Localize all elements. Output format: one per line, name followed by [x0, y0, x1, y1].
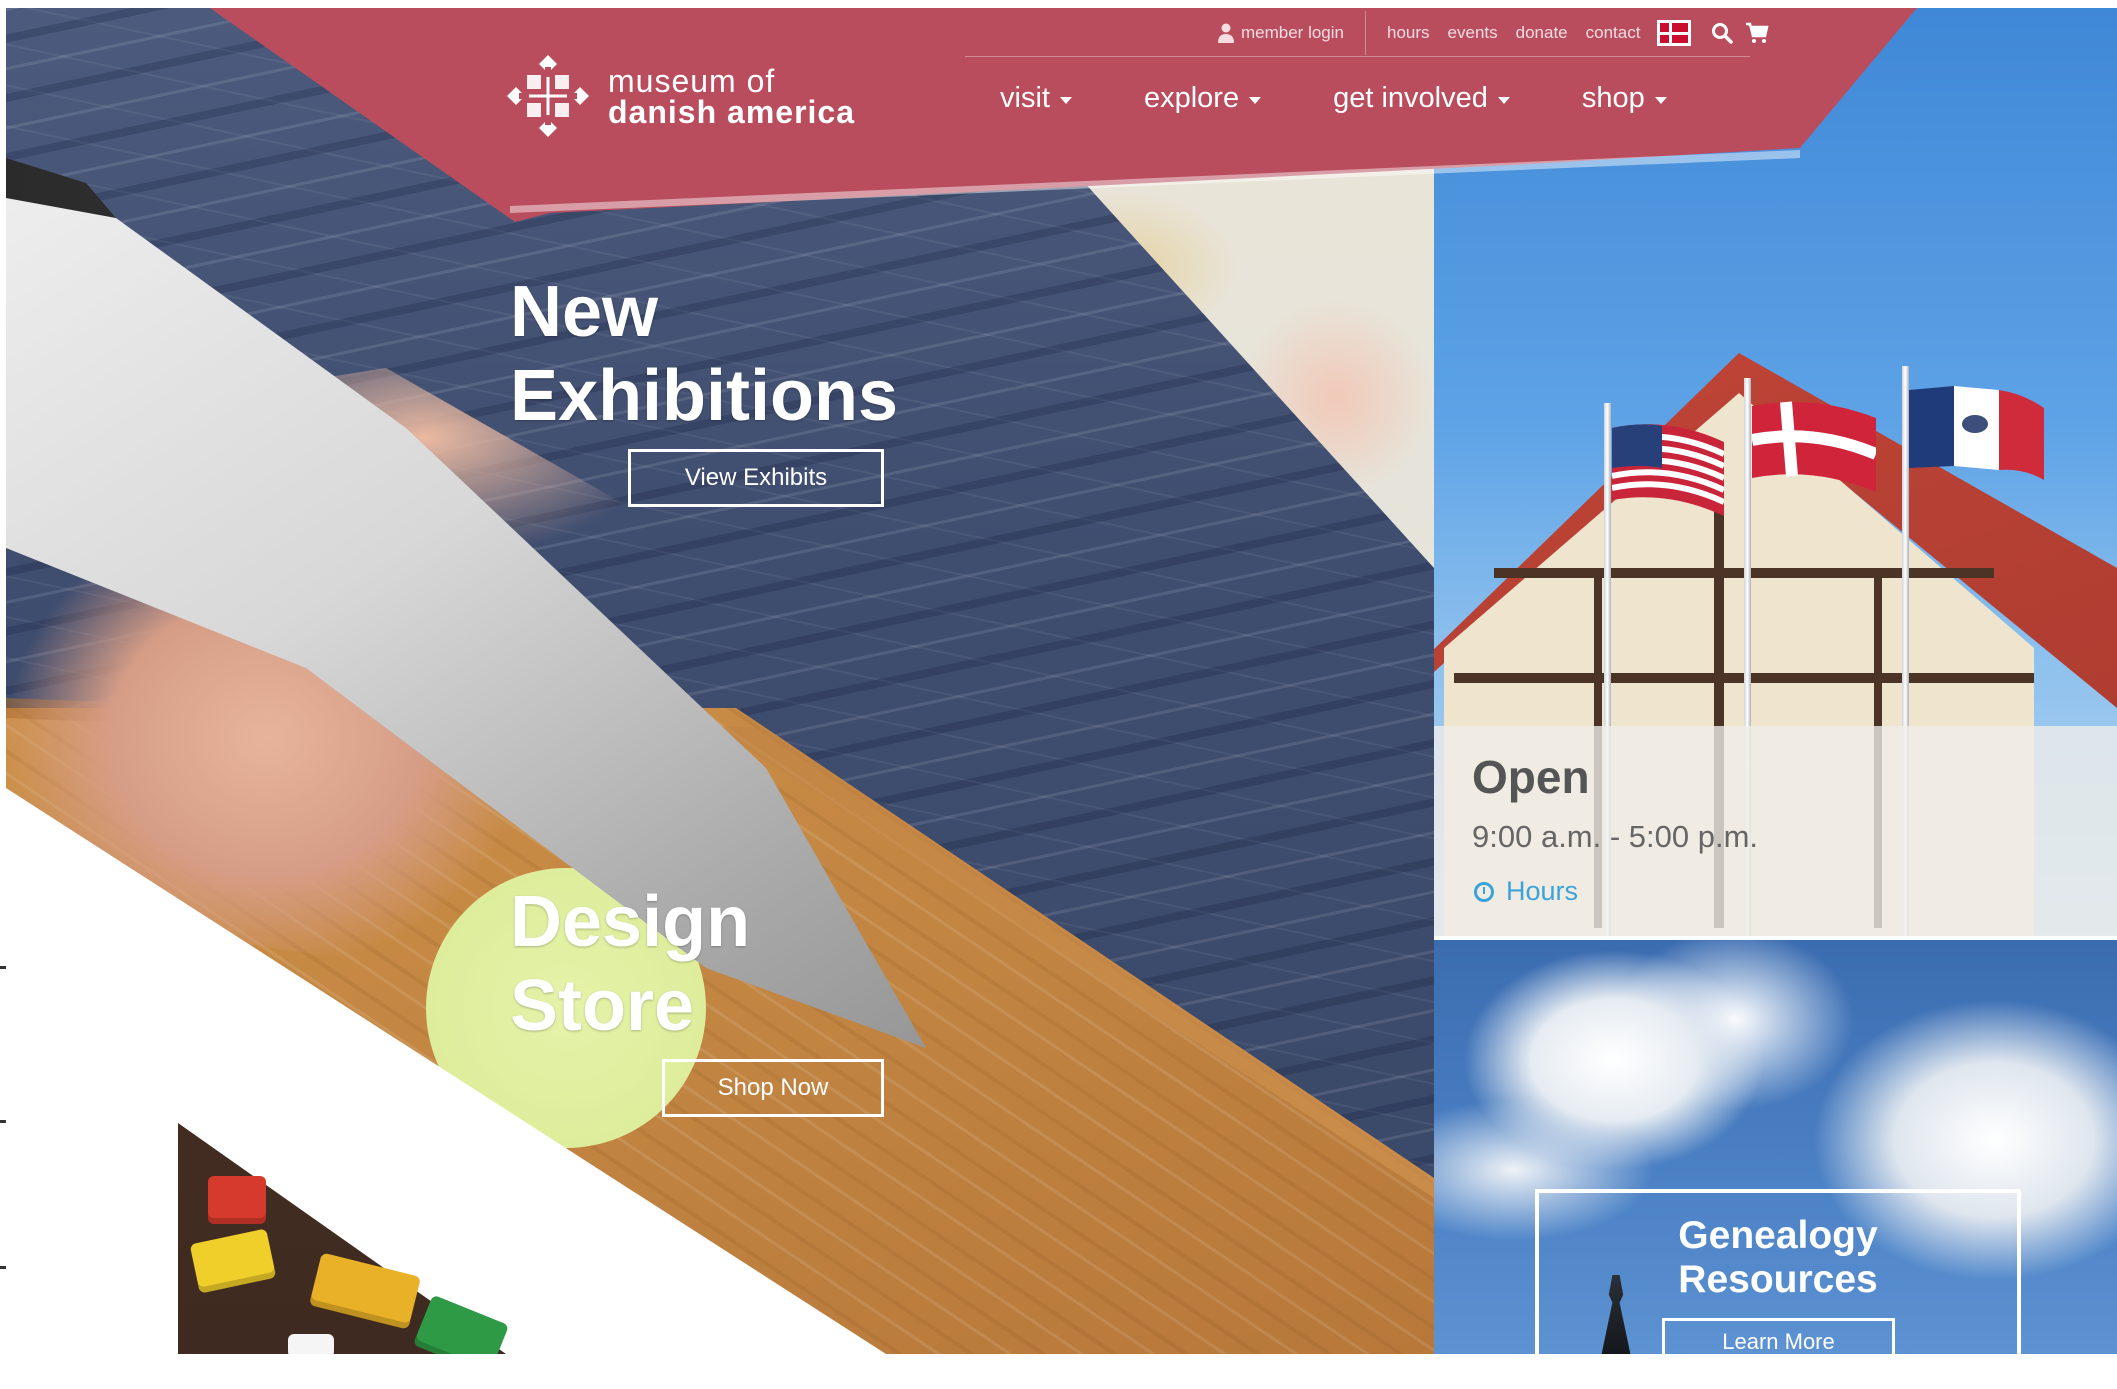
genealogy-title-line2: Resources: [1678, 1258, 1878, 1301]
hours-link[interactable]: Hours: [1474, 876, 1578, 907]
caret-down-icon: [1654, 97, 1667, 104]
cart-icon[interactable]: [1745, 22, 1769, 44]
logo-line1: museum of: [608, 63, 776, 99]
design-store-title-line2: Store: [510, 966, 695, 1046]
donate-link[interactable]: donate: [1516, 23, 1568, 43]
genealogy-title-line1: Genealogy: [1678, 1214, 1878, 1257]
shop-now-label: Shop Now: [717, 1074, 829, 1101]
shop-now-button[interactable]: Shop Now: [662, 1059, 884, 1117]
nav-get-involved-label: get involved: [1333, 82, 1488, 114]
edge-mark: [0, 1120, 6, 1123]
design-store-title-line1: Design: [510, 882, 751, 962]
nav-explore[interactable]: explore: [1143, 82, 1262, 115]
exhibitions-title-line2: Exhibitions: [510, 356, 899, 436]
genealogy-title: Genealogy Resources: [1535, 1214, 2021, 1302]
lego-brick-white: [288, 1334, 334, 1354]
iowa-flag-icon: [1909, 386, 2044, 480]
hero-collage: [6, 8, 1434, 1354]
museum-logo-text[interactable]: museum of danish america: [608, 63, 855, 130]
main-nav: visit explore get involved shop: [1000, 82, 1739, 115]
edge-mark: [0, 1266, 6, 1269]
edge-mark: [0, 966, 6, 969]
user-icon: [1218, 23, 1234, 43]
us-flag-icon: [1612, 424, 1724, 516]
exhibitions-title: New Exhibitions: [510, 270, 898, 438]
learn-more-button[interactable]: Learn More: [1662, 1318, 1895, 1368]
lego-brick-red: [208, 1176, 266, 1224]
learn-more-label: Learn More: [1722, 1329, 1835, 1354]
danish-flag-icon: [1752, 401, 1876, 492]
utility-bar: member login hours events donate contact: [1217, 11, 1769, 55]
open-status-title: Open: [1472, 751, 1590, 803]
view-exhibits-button[interactable]: View Exhibits: [628, 449, 884, 507]
nav-visit[interactable]: visit: [1000, 82, 1072, 115]
contact-link[interactable]: contact: [1586, 23, 1641, 43]
search-icon[interactable]: [1711, 22, 1734, 44]
view-exhibits-label: View Exhibits: [684, 464, 828, 491]
logo-line2: danish america: [608, 94, 855, 130]
nav-shop[interactable]: shop: [1582, 82, 1667, 115]
danish-flag-icon[interactable]: [1657, 20, 1692, 46]
exhibitions-title-line1: New: [510, 272, 659, 352]
hours-link-label: Hours: [1506, 876, 1579, 906]
nav-shop-label: shop: [1581, 82, 1645, 114]
hours-nav-link[interactable]: hours: [1387, 23, 1430, 43]
utility-separator: [1365, 11, 1366, 55]
caret-down-icon: [1249, 97, 1262, 104]
nav-explore-label: explore: [1143, 82, 1240, 114]
events-link[interactable]: events: [1448, 23, 1498, 43]
clock-icon: [1474, 881, 1494, 902]
caret-down-icon: [1497, 97, 1510, 104]
museum-logo-icon[interactable]: [505, 53, 591, 139]
nav-get-involved[interactable]: get involved: [1333, 82, 1510, 115]
caret-down-icon: [1059, 97, 1072, 104]
nav-visit-label: visit: [1000, 82, 1050, 114]
utility-divider: [965, 56, 1750, 57]
open-hours-text: 9:00 a.m. - 5:00 p.m.: [1472, 819, 1759, 854]
member-login-link[interactable]: member login: [1241, 23, 1344, 43]
design-store-title: Design Store: [510, 880, 750, 1048]
